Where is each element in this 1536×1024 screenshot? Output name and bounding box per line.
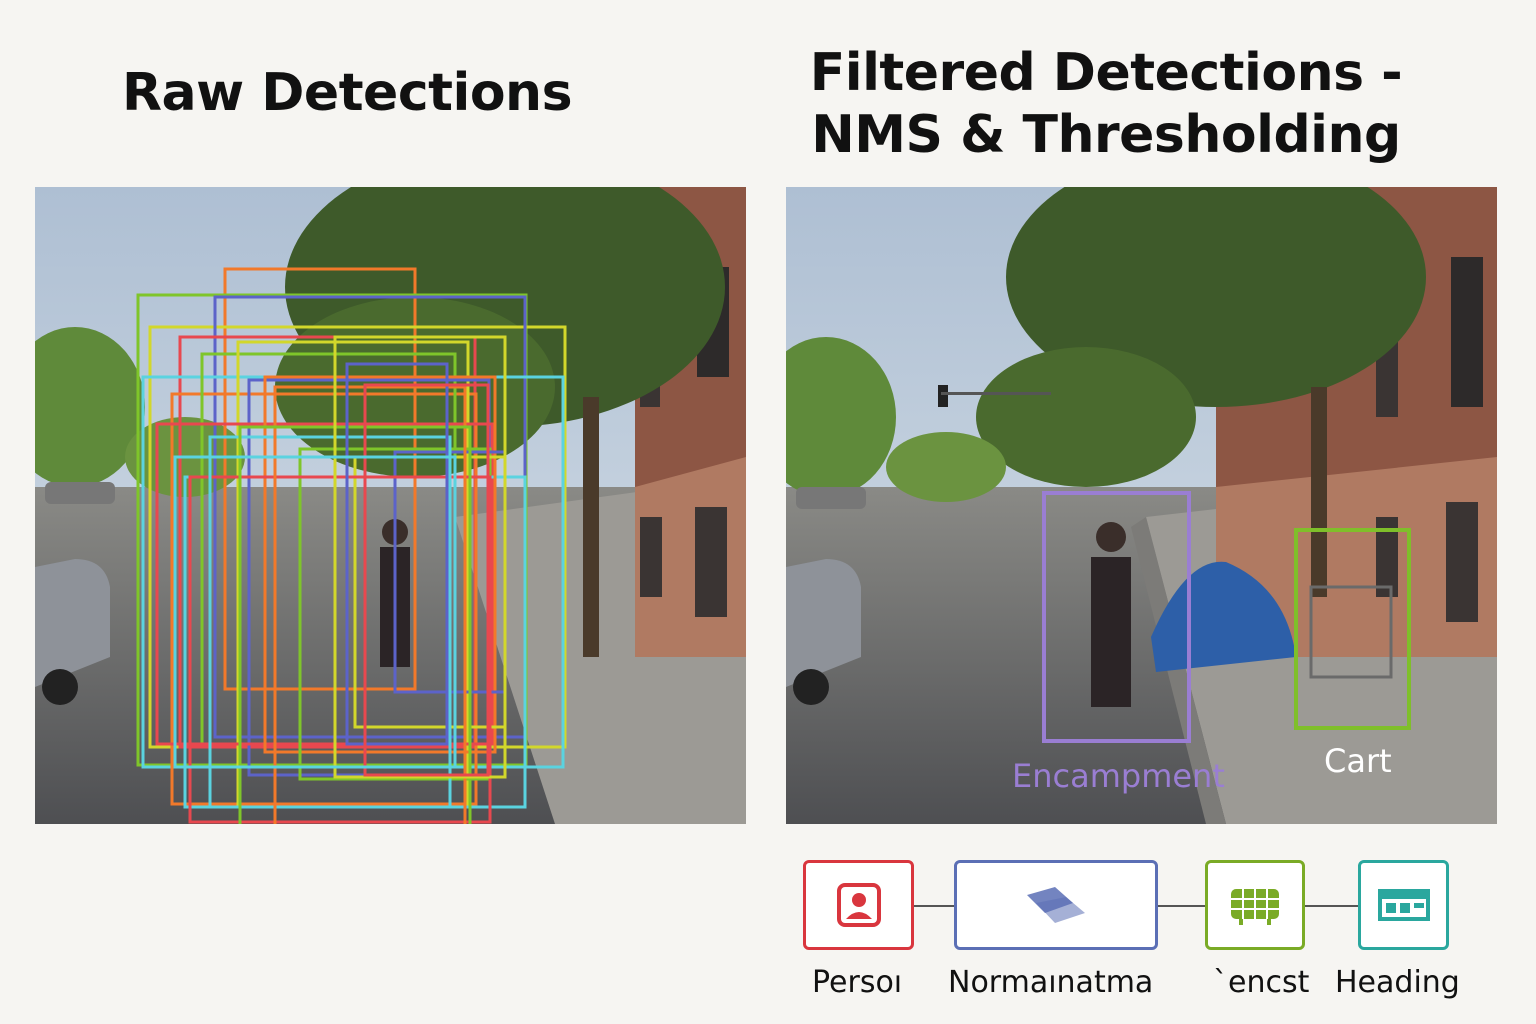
filtered-title-line-2: NMS & Thresholding bbox=[811, 105, 1401, 165]
person-icon bbox=[836, 883, 881, 927]
raw-detections-image bbox=[35, 187, 746, 824]
pipeline-label-person: Persoı bbox=[812, 965, 903, 1000]
filtered-title-line-1: Filtered Detections - bbox=[809, 43, 1403, 103]
cart-label: Cart bbox=[1324, 742, 1392, 780]
street-scene-filtered bbox=[786, 187, 1497, 824]
filtered-detections-title: Filtered Detections - NMS & Thresholding bbox=[786, 42, 1426, 166]
pipeline-step-person bbox=[803, 860, 914, 950]
encampment-label: Encampment bbox=[1012, 757, 1225, 795]
pipeline-connector-2 bbox=[1157, 905, 1205, 907]
pipeline-step-encst bbox=[1205, 860, 1305, 950]
pipeline-step-normalization bbox=[954, 860, 1158, 950]
pipeline-label-normalization: Normaınatma bbox=[948, 965, 1154, 1000]
table-icon bbox=[1377, 889, 1430, 921]
grid-icon bbox=[1231, 889, 1279, 925]
street-scene-raw bbox=[35, 187, 746, 824]
filtered-detections-image bbox=[786, 187, 1497, 824]
raw-detections-title: Raw Detections bbox=[121, 63, 573, 123]
pipeline-connector-3 bbox=[1305, 905, 1358, 907]
layers-icon bbox=[1027, 887, 1085, 923]
pipeline-step-heading bbox=[1358, 860, 1449, 950]
pipeline-label-encst: `encst bbox=[1213, 965, 1310, 1000]
pipeline-label-heading: Heading bbox=[1335, 965, 1460, 1000]
